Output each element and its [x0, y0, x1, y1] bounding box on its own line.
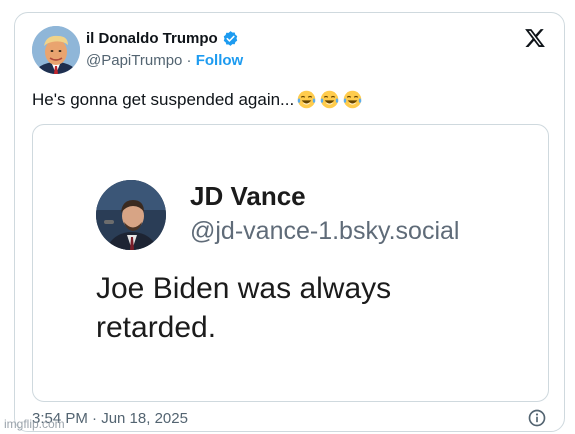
imgflip-watermark: imgflip.com [4, 417, 65, 431]
quoted-author-handle: @jd-vance-1.bsky.social [190, 217, 460, 245]
face-with-tears-of-joy-icon [343, 90, 362, 109]
author-avatar[interactable] [32, 26, 80, 74]
author-display-name-text: il Donaldo Trumpo [86, 30, 218, 47]
author-avatar-image [32, 26, 80, 74]
verified-badge-icon [223, 31, 237, 46]
quoted-post-text-line: retarded. [96, 311, 217, 344]
quoted-author-avatar [96, 180, 166, 250]
author-block: il Donaldo Trumpo @PapiTrumpo · Follow [86, 30, 243, 69]
tweet-card: il Donaldo Trumpo @PapiTrumpo · Follow H… [14, 12, 565, 432]
info-icon[interactable] [527, 408, 547, 428]
face-with-tears-of-joy-icon [320, 90, 339, 109]
author-display-name[interactable]: il Donaldo Trumpo [86, 30, 239, 47]
tweet-text-content: He's gonna get suspended again... [32, 89, 295, 109]
x-logo-icon[interactable] [524, 27, 546, 49]
quoted-author-name: JD Vance [190, 181, 306, 211]
author-handle-line: @PapiTrumpo · Follow [86, 52, 243, 69]
quoted-post-text: Joe Biden was always retarded. [96, 269, 516, 347]
follow-button[interactable]: Follow [196, 52, 244, 69]
face-with-tears-of-joy-icon [297, 90, 316, 109]
author-handle[interactable]: @PapiTrumpo [86, 52, 182, 69]
handle-separator: · [186, 52, 192, 69]
quoted-post-text-line: Joe Biden was always [96, 272, 392, 305]
tweet-text: He's gonna get suspended again... [32, 89, 363, 110]
quoted-post-image[interactable]: JD Vance @jd-vance-1.bsky.social Joe Bid… [32, 124, 549, 402]
quoted-author-avatar-image [96, 180, 166, 250]
